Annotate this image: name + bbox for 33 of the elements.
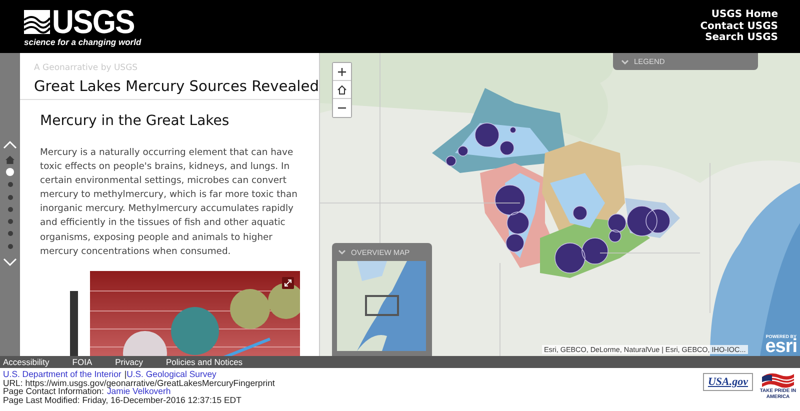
home-icon[interactable] <box>5 155 15 166</box>
header-link[interactable]: USGS Home <box>711 9 778 21</box>
page-dot[interactable] <box>6 168 14 176</box>
last-modified: Page Last Modified: Friday, 16-December-2016 12:37:15 EDT <box>3 396 242 404</box>
section-title: Mercury in the Great Lakes <box>40 113 230 129</box>
waves-icon <box>24 10 50 34</box>
footer-link[interactable]: Policies and Notices <box>166 356 243 368</box>
logo-tagline: science for a changing world <box>24 36 142 46</box>
usgs-logo: USGS <box>52 6 134 36</box>
agency-link[interactable]: U.S. Geological Survey <box>126 370 216 379</box>
page-dot[interactable] <box>8 206 12 212</box>
usagov-link[interactable]: USA.gov <box>702 373 753 391</box>
footer-link[interactable]: Privacy <box>115 356 144 368</box>
footer-link[interactable]: Accessibility <box>3 356 50 368</box>
header-link[interactable]: Search USGS <box>705 32 778 44</box>
section-text: Mercury is a naturally occurring element that can have toxic effects on people's brains, kidneys, and lungs. In certain environmental settings, microbes can convert mercury to methylmercury, which is far more toxic than inorganic mercury. Methylmercury accumulates rapidly and efficiently in the tissues of fish and other aquatic organisms, exposing people and animals to higher mercury concentrations when consumed. <box>40 146 298 259</box>
page-dot[interactable] <box>8 182 12 188</box>
page-dot[interactable] <box>8 231 12 236</box>
up-chevron-icon[interactable] <box>2 139 18 151</box>
down-chevron-icon[interactable] <box>2 256 18 268</box>
page-url: URL: https://wim.usgs.gov/geonarrative/GreatLakesMercuryFingerprint <box>3 378 275 388</box>
flag-icon <box>760 371 796 389</box>
link-separator: | <box>124 370 127 379</box>
expand-icon[interactable] <box>282 276 294 289</box>
header-link[interactable]: Contact USGS <box>700 20 778 32</box>
page-dot[interactable] <box>8 219 12 224</box>
contact-link[interactable]: Jamie Velkoverh <box>106 387 171 396</box>
story-title: Great Lakes Mercury Sources Revealed <box>34 78 319 95</box>
page-dot[interactable] <box>8 194 12 200</box>
footer-link[interactable]: FOIA <box>72 356 92 368</box>
contact-label: Page Contact Information: <box>3 387 104 396</box>
page-dot[interactable] <box>8 244 12 249</box>
agency-link[interactable]: U.S. Department of the Interior <box>3 370 122 379</box>
